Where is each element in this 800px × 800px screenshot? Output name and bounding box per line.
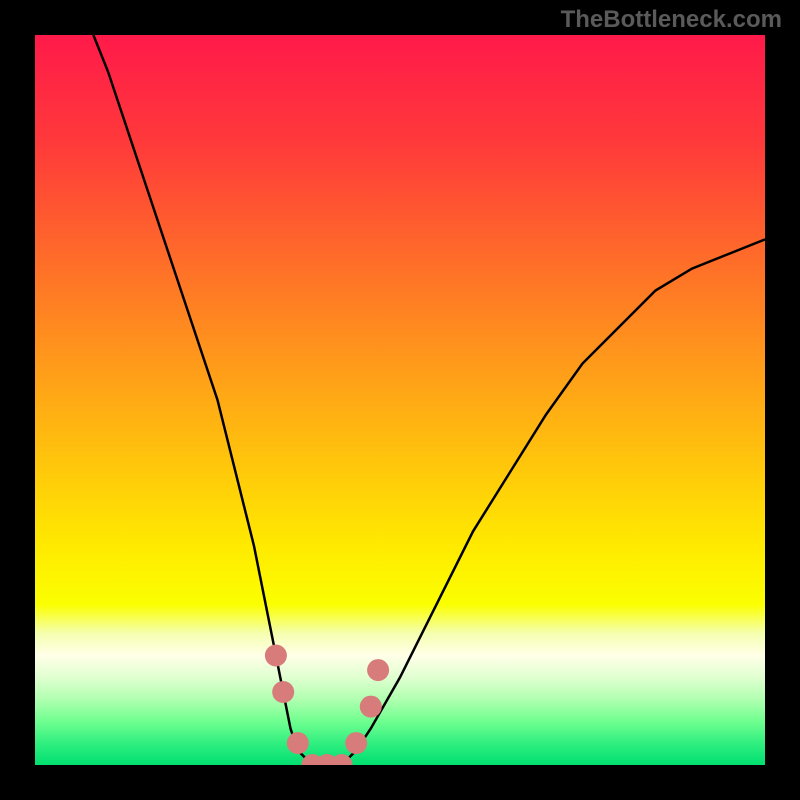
curve-marker	[367, 659, 389, 681]
curve-marker	[345, 732, 367, 754]
chart-container	[35, 35, 765, 765]
bottleneck-curve	[35, 35, 765, 765]
curve-marker	[360, 696, 382, 718]
curve-marker	[287, 732, 309, 754]
curve-marker	[272, 681, 294, 703]
watermark-text: TheBottleneck.com	[561, 6, 782, 34]
curve-marker	[265, 645, 287, 667]
